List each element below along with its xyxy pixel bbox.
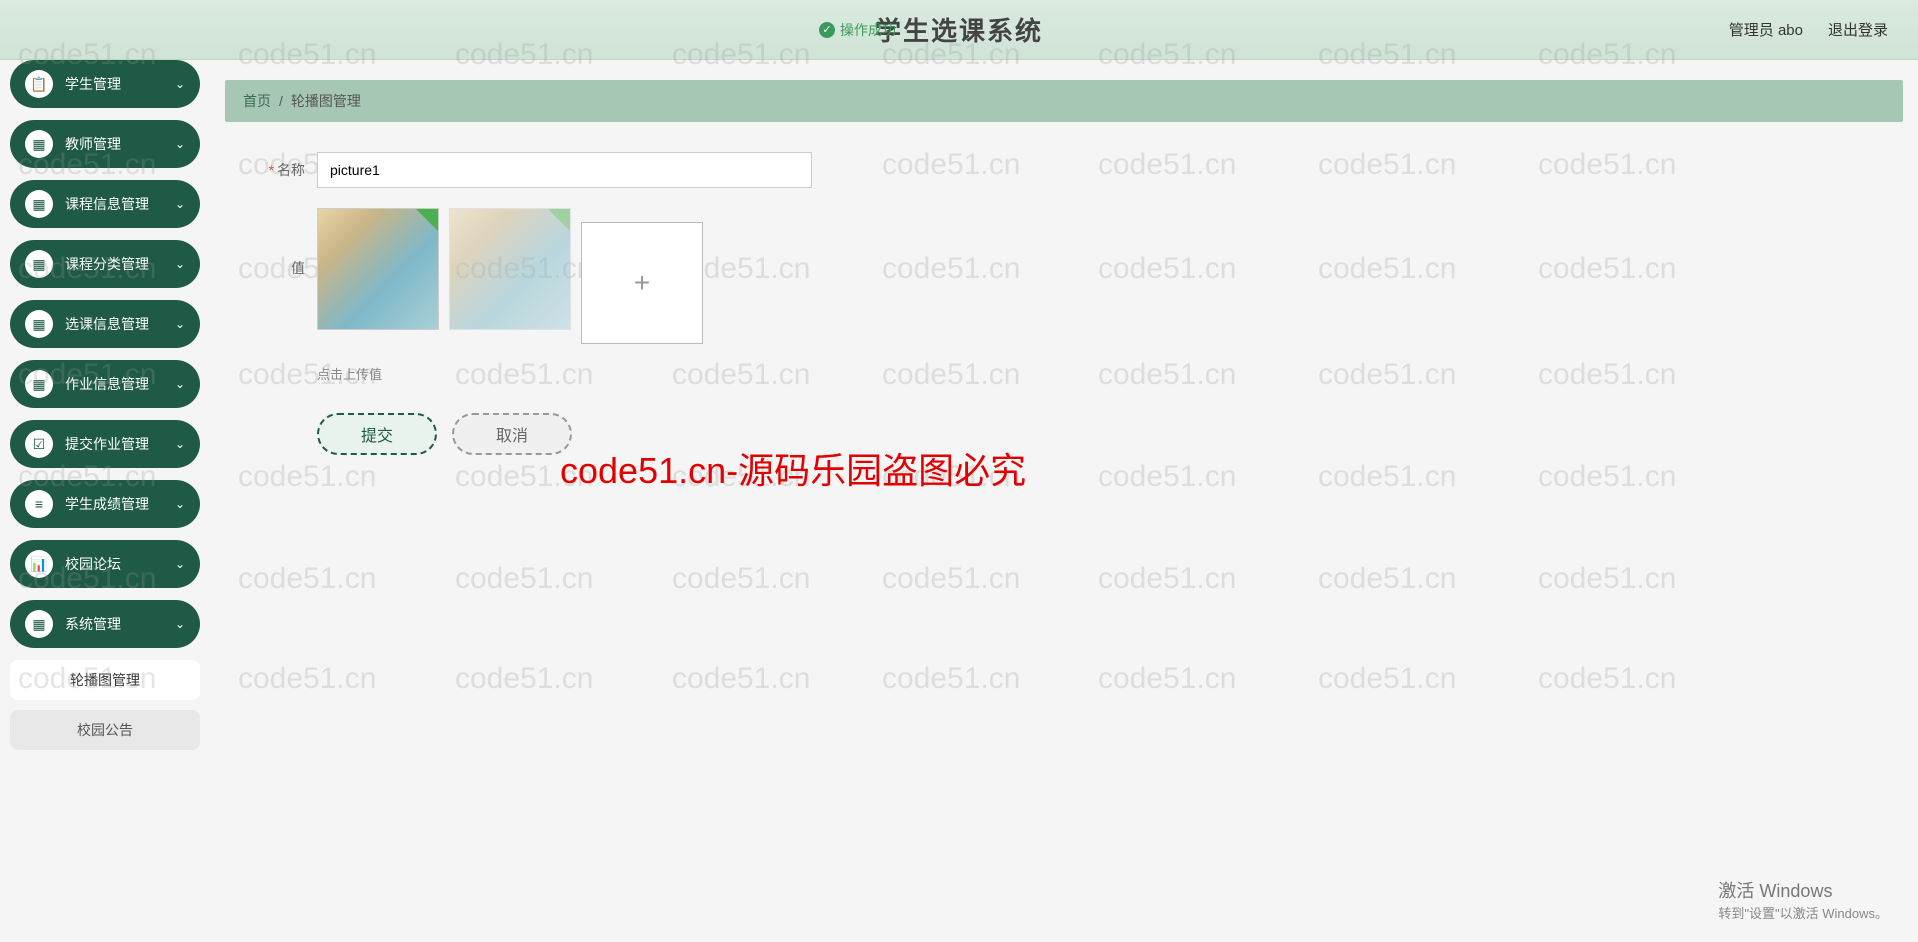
sidebar-item-label: 系统管理 xyxy=(65,614,175,634)
breadcrumb: 首页 / 轮播图管理 xyxy=(225,80,1903,122)
sidebar-item-teacher[interactable]: ▦ 教师管理 ⌄ xyxy=(10,120,200,168)
windows-line2: 转到"设置"以激活 Windows。 xyxy=(1718,903,1888,922)
sidebar-item-label: 校园论坛 xyxy=(65,554,175,574)
windows-line1: 激活 Windows xyxy=(1718,877,1888,903)
grid-icon: ▦ xyxy=(25,610,53,638)
chevron-down-icon: ⌄ xyxy=(175,437,185,451)
success-corner-icon xyxy=(416,209,438,231)
sidebar-item-label: 教师管理 xyxy=(65,134,175,154)
upload-button[interactable]: + xyxy=(581,222,703,344)
success-text: 操作成功 xyxy=(840,20,896,40)
sidebar-item-course-info[interactable]: ▦ 课程信息管理 ⌄ xyxy=(10,180,200,228)
list-icon: ≡ xyxy=(25,490,53,518)
chevron-down-icon: ⌄ xyxy=(175,257,185,271)
windows-activation: 激活 Windows 转到"设置"以激活 Windows。 xyxy=(1718,877,1888,922)
chevron-down-icon: ⌄ xyxy=(175,137,185,151)
sidebar-item-label: 学生成绩管理 xyxy=(65,494,175,514)
chevron-down-icon: ⌄ xyxy=(175,197,185,211)
sidebar-item-label: 作业信息管理 xyxy=(65,374,175,394)
sidebar: 📋 学生管理 ⌄ ▦ 教师管理 ⌄ ▦ 课程信息管理 ⌄ ▦ 课程分类管理 ⌄ … xyxy=(0,60,210,942)
chevron-down-icon: ⌄ xyxy=(175,497,185,511)
sidebar-item-system[interactable]: ▦ 系统管理 ⌄ xyxy=(10,600,200,648)
required-star: * xyxy=(269,162,274,178)
grid-icon: ▦ xyxy=(25,190,53,218)
chevron-down-icon: ⌄ xyxy=(175,77,185,91)
grid-icon: ▦ xyxy=(25,250,53,278)
form-row-value: 值 + xyxy=(245,208,1883,344)
form-row-name: *名称 xyxy=(245,152,1883,188)
plus-icon: + xyxy=(634,267,650,299)
submenu-label: 校园公告 xyxy=(77,720,133,740)
chevron-down-icon: ⌄ xyxy=(175,617,185,631)
check-icon: ✓ xyxy=(819,22,835,38)
name-label: *名称 xyxy=(245,152,305,180)
thumbnail-2[interactable] xyxy=(449,208,571,330)
sidebar-item-homework-info[interactable]: ▦ 作业信息管理 ⌄ xyxy=(10,360,200,408)
grid-icon: ▦ xyxy=(25,310,53,338)
chart-icon: 📊 xyxy=(25,550,53,578)
user-label[interactable]: 管理员 abo xyxy=(1729,19,1803,40)
upload-area: + xyxy=(317,208,703,344)
chevron-down-icon: ⌄ xyxy=(175,557,185,571)
grid-icon: ▦ xyxy=(25,370,53,398)
submenu-announcement[interactable]: 校园公告 xyxy=(10,710,200,750)
header-right: 管理员 abo 退出登录 xyxy=(1729,19,1888,40)
name-input[interactable] xyxy=(317,152,812,188)
sidebar-item-grades[interactable]: ≡ 学生成绩管理 ⌄ xyxy=(10,480,200,528)
sidebar-item-selection-info[interactable]: ▦ 选课信息管理 ⌄ xyxy=(10,300,200,348)
chevron-down-icon: ⌄ xyxy=(175,317,185,331)
chevron-down-icon: ⌄ xyxy=(175,377,185,391)
submenu-label: 轮播图管理 xyxy=(70,670,140,690)
sidebar-item-forum[interactable]: 📊 校园论坛 ⌄ xyxy=(10,540,200,588)
submenu-carousel[interactable]: 轮播图管理 xyxy=(10,660,200,700)
breadcrumb-current: 轮播图管理 xyxy=(291,91,361,111)
success-toast: ✓ 操作成功 xyxy=(819,20,896,40)
main-content: 首页 / 轮播图管理 *名称 值 xyxy=(210,60,1918,942)
sidebar-item-submit-homework[interactable]: ☑ 提交作业管理 ⌄ xyxy=(10,420,200,468)
success-corner-icon xyxy=(548,209,570,231)
sidebar-item-label: 提交作业管理 xyxy=(65,434,175,454)
upload-hint: 点击上传值 xyxy=(317,364,1883,383)
app-title: 学生选课系统 xyxy=(875,11,1043,48)
grid-icon: ▦ xyxy=(25,130,53,158)
edit-form: *名称 值 + xyxy=(225,122,1903,485)
logout-link[interactable]: 退出登录 xyxy=(1828,19,1888,40)
doc-icon: 📋 xyxy=(25,70,53,98)
breadcrumb-home[interactable]: 首页 xyxy=(243,91,271,111)
sidebar-item-label: 课程信息管理 xyxy=(65,194,175,214)
header: ✓ 操作成功 学生选课系统 管理员 abo 退出登录 xyxy=(0,0,1918,60)
button-row: 提交 取消 xyxy=(317,413,1883,455)
sidebar-item-label: 学生管理 xyxy=(65,74,175,94)
sidebar-item-label: 课程分类管理 xyxy=(65,254,175,274)
sidebar-item-course-category[interactable]: ▦ 课程分类管理 ⌄ xyxy=(10,240,200,288)
thumbnail-1[interactable] xyxy=(317,208,439,330)
sidebar-item-label: 选课信息管理 xyxy=(65,314,175,334)
cancel-button[interactable]: 取消 xyxy=(452,413,572,455)
check-icon: ☑ xyxy=(25,430,53,458)
sidebar-item-student[interactable]: 📋 学生管理 ⌄ xyxy=(10,60,200,108)
value-label: 值 xyxy=(245,208,305,278)
submit-button[interactable]: 提交 xyxy=(317,413,437,455)
breadcrumb-separator: / xyxy=(279,93,283,109)
